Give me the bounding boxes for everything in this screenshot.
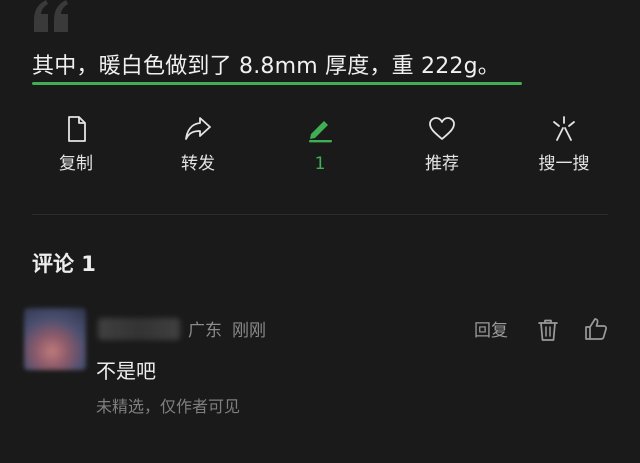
- avatar[interactable]: [24, 308, 86, 370]
- thumbs-up-icon[interactable]: [583, 316, 609, 342]
- underline-count-button[interactable]: 1: [260, 112, 380, 182]
- search-button[interactable]: 搜一搜: [504, 112, 624, 182]
- share-arrow-icon: [185, 117, 211, 140]
- copy-label: 复制: [59, 154, 93, 174]
- trash-icon[interactable]: [535, 317, 561, 343]
- sparkle-search-icon: [553, 116, 575, 141]
- comment-visibility-note: 未精选，仅作者可见: [96, 397, 241, 416]
- underline-count: 1: [314, 154, 326, 174]
- comment-time: 刚刚: [232, 321, 266, 341]
- reply-button[interactable]: 回复: [474, 320, 508, 342]
- pen-underline-icon: [309, 121, 332, 143]
- quote-mark-icon: [34, 0, 68, 32]
- heart-icon: [429, 117, 455, 140]
- blurred-username: [98, 318, 180, 340]
- comment-meta: 广东 刚刚: [188, 320, 266, 342]
- search-label: 搜一搜: [538, 154, 590, 174]
- highlight-underline: [32, 82, 522, 85]
- copy-button[interactable]: 复制: [16, 112, 136, 182]
- comment-text: 不是吧: [96, 359, 156, 383]
- comments-title: 评论 1: [32, 252, 96, 276]
- recommend-button[interactable]: 推荐: [382, 112, 502, 182]
- forward-label: 转发: [181, 154, 215, 174]
- forward-button[interactable]: 转发: [138, 112, 258, 182]
- recommend-label: 推荐: [425, 154, 459, 174]
- comment-location: 广东: [188, 321, 222, 341]
- document-icon: [68, 116, 86, 142]
- section-divider: [32, 214, 608, 215]
- action-bar: 复制 转发 1 推荐 搜一搜: [0, 112, 640, 182]
- highlighted-quote-text[interactable]: 其中，暖白色做到了 8.8mm 厚度，重 222g。: [32, 52, 500, 82]
